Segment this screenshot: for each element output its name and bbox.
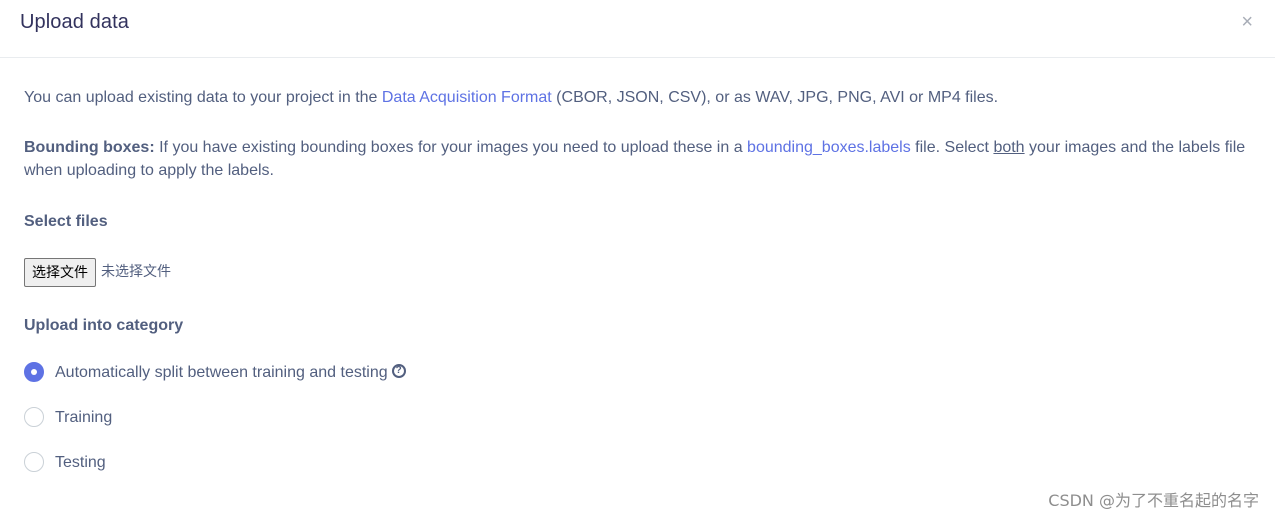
watermark: CSDN @为了不重名起的名字	[1048, 491, 1259, 510]
intro-paragraph: You can upload existing data to your pro…	[24, 86, 998, 109]
file-status-text: 未选择文件	[101, 263, 171, 280]
bounding-boxes-labels-link[interactable]: bounding_boxes.labels	[747, 139, 911, 156]
radio-label-auto-split[interactable]: Automatically split between training and…	[55, 361, 388, 384]
bounding-text-mid: file. Select	[910, 139, 994, 156]
close-icon[interactable]: ×	[1241, 12, 1253, 32]
upload-category-label: Upload into category	[24, 317, 184, 334]
intro-text-before: You can upload existing data to your pro…	[24, 89, 382, 106]
radio-option-testing[interactable]: Testing	[24, 450, 106, 474]
file-input: 选择文件 未选择文件	[24, 257, 171, 287]
radio-option-auto-split[interactable]: Automatically split between training and…	[24, 360, 406, 384]
select-files-label: Select files	[24, 213, 108, 230]
bounding-boxes-label: Bounding boxes:	[24, 139, 155, 156]
both-emphasis: both	[993, 139, 1025, 156]
radio-training[interactable]	[24, 407, 44, 427]
intro-text-after: (CBOR, JSON, CSV), or as WAV, JPG, PNG, …	[551, 89, 999, 106]
radio-label-training[interactable]: Training	[55, 406, 112, 429]
question-circle-icon[interactable]: ?	[391, 364, 406, 378]
choose-file-button[interactable]: 选择文件	[24, 257, 96, 287]
upload-data-modal: Upload data × You can upload existing da…	[0, 0, 1275, 519]
radio-option-training[interactable]: Training	[24, 405, 112, 429]
radio-label-testing[interactable]: Testing	[55, 451, 106, 474]
bounding-boxes-paragraph: Bounding boxes: If you have existing bou…	[24, 136, 1259, 182]
radio-testing[interactable]	[24, 452, 44, 472]
modal-title: Upload data	[20, 11, 129, 33]
radio-auto-split[interactable]	[24, 362, 44, 382]
data-acquisition-format-link[interactable]: Data Acquisition Format	[382, 89, 552, 106]
modal-header: Upload data ×	[0, 0, 1275, 58]
bounding-text-before: If you have existing bounding boxes for …	[154, 139, 748, 156]
